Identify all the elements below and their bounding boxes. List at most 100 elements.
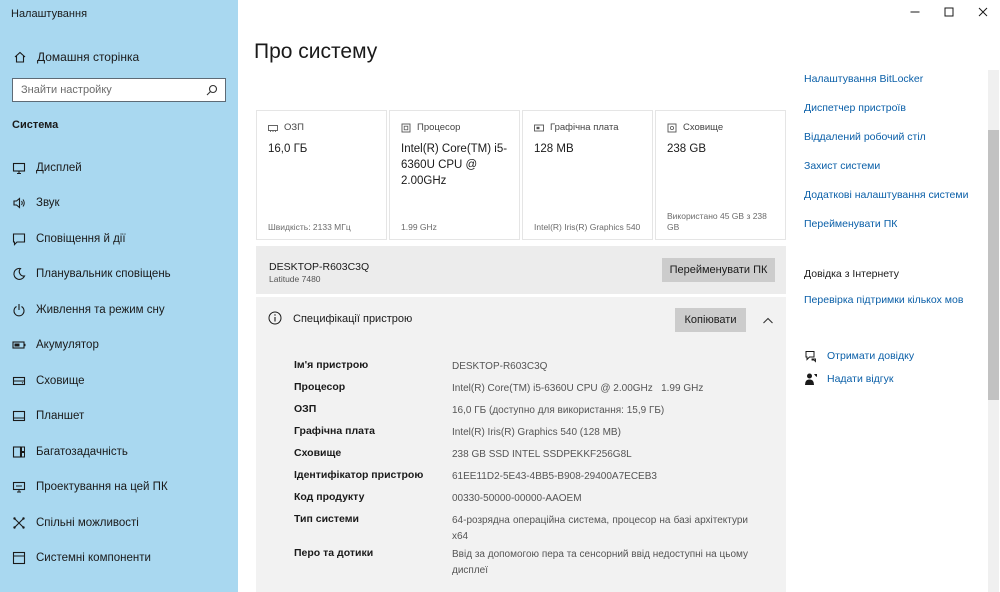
- card-subtext: Intel(R) Iris(R) Graphics 540: [534, 222, 641, 232]
- home-link[interactable]: Домашня сторінка: [12, 46, 139, 68]
- search-icon[interactable]: [205, 83, 219, 97]
- sidebar-item-label: Системні компоненти: [36, 552, 151, 565]
- device-specs-title: Специфікації пристрою: [293, 313, 413, 325]
- spec-key: ОЗП: [294, 403, 317, 415]
- card-label: Сховище: [683, 122, 724, 133]
- monitor-icon: [11, 160, 27, 176]
- get-help-label: Отримати довідку: [827, 349, 915, 362]
- spec-key: Тип системи: [294, 513, 359, 525]
- search-box[interactable]: [12, 78, 226, 102]
- spec-value: 238 GB SSD INTEL SSDPEKKF256G8L: [452, 449, 632, 460]
- maximize-icon: [944, 7, 954, 17]
- spec-key: Сховище: [294, 447, 342, 459]
- search-input[interactable]: [13, 79, 203, 101]
- sidebar-item-storage[interactable]: Сховище: [0, 363, 238, 399]
- sidebar-item-label: Дисплей: [36, 161, 82, 174]
- scrollbar-thumb[interactable]: [988, 130, 999, 400]
- rename-pc-button[interactable]: Перейменувати ПК: [662, 258, 775, 282]
- card-label: Процесор: [417, 122, 461, 133]
- sidebar-item-notifications[interactable]: Сповіщення й дії: [0, 221, 238, 257]
- copy-button[interactable]: Копіювати: [675, 308, 746, 332]
- summary-cards: ОЗП 16,0 ГБ Швидкість: 2133 МГц Процесор…: [256, 110, 788, 240]
- project-icon: [11, 479, 27, 495]
- sidebar-item-label: Планшет: [36, 410, 85, 423]
- spec-key: Код продукту: [294, 491, 365, 503]
- sidebar-item-label: Планувальник сповіщень: [36, 268, 171, 281]
- sidebar-item-system-components[interactable]: Системні компоненти: [0, 541, 238, 577]
- card-value: 238 GB: [667, 143, 706, 155]
- help-chat-icon: [804, 349, 818, 363]
- minimize-button[interactable]: [898, 0, 932, 24]
- sidebar-item-label: Проектування на цей ПК: [36, 481, 168, 494]
- close-icon: [978, 7, 988, 17]
- card-subtext: Швидкість: 2133 МГц: [268, 222, 351, 232]
- feedback-person-icon: [804, 372, 818, 386]
- speaker-icon: [11, 195, 27, 211]
- sidebar-item-battery[interactable]: Акумулятор: [0, 328, 238, 364]
- card-label: Графічна плата: [550, 122, 619, 133]
- related-settings: Налаштування BitLocker Диспетчер пристро…: [804, 73, 984, 247]
- close-button[interactable]: [966, 0, 1000, 24]
- spec-value: 16,0 ГБ (доступно для використання: 15,9…: [452, 405, 665, 416]
- sidebar-item-sound[interactable]: Звук: [0, 186, 238, 222]
- card-value: 128 MB: [534, 143, 574, 155]
- card-ram: ОЗП 16,0 ГБ Швидкість: 2133 МГц: [256, 110, 387, 240]
- spec-value: 64-розрядна операційна система, процесор…: [452, 515, 748, 542]
- spec-key: Перо та дотики: [294, 547, 374, 559]
- spec-value: Intel(R) Iris(R) Graphics 540 (128 MB): [452, 427, 621, 438]
- sidebar-item-label: Живлення та режим сну: [36, 303, 165, 316]
- link-bitlocker[interactable]: Налаштування BitLocker: [804, 73, 984, 102]
- cpu-icon: [401, 123, 411, 133]
- spec-value: DESKTOP-R603C3Q: [452, 361, 548, 372]
- link-system-protection[interactable]: Захист системи: [804, 160, 984, 189]
- link-advanced-system-settings[interactable]: Додаткові налаштування системи: [804, 189, 984, 218]
- battery-icon: [11, 337, 27, 353]
- ram-icon: [268, 123, 278, 133]
- sidebar-item-label: Сповіщення й дії: [36, 232, 126, 245]
- sidebar-item-focus-assist[interactable]: Планувальник сповіщень: [0, 257, 238, 293]
- link-device-manager[interactable]: Диспетчер пристроїв: [804, 102, 984, 131]
- get-help-link[interactable]: Отримати довідку: [804, 344, 914, 367]
- device-specs-header[interactable]: Специфікації пристрою Копіювати: [256, 297, 786, 339]
- help-feedback: Отримати довідку Надати відгук: [804, 344, 914, 390]
- card-label: ОЗП: [284, 122, 304, 133]
- spec-key: Ідентифікатор пристрою: [294, 469, 424, 481]
- sidebar-item-power[interactable]: Живлення та режим сну: [0, 292, 238, 328]
- spec-key: Графічна плата: [294, 425, 375, 437]
- section-label-system: Система: [12, 119, 59, 131]
- link-remote-desktop[interactable]: Віддалений робочий стіл: [804, 131, 984, 160]
- sidebar-item-label: Звук: [36, 197, 60, 210]
- sidebar-item-label: Сховище: [36, 374, 85, 387]
- sidebar-item-display[interactable]: Дисплей: [0, 150, 238, 186]
- power-icon: [11, 302, 27, 318]
- spec-key: Процесор: [294, 381, 346, 393]
- multitask-icon: [11, 444, 27, 460]
- chevron-up-icon[interactable]: [762, 313, 774, 324]
- moon-icon: [11, 266, 27, 282]
- card-graphics: Графічна плата 128 MB Intel(R) Iris(R) G…: [522, 110, 653, 240]
- spec-value: 61EE11D2-5E43-4BB5-B908-29400A7ECEB3: [452, 471, 657, 482]
- link-rename-pc[interactable]: Перейменувати ПК: [804, 218, 984, 247]
- device-name: DESKTOP-R603C3Q: [269, 261, 370, 273]
- card-subtext: Використано 45 GB з 238 GB: [667, 211, 767, 232]
- storage-icon: [11, 373, 27, 389]
- maximize-button[interactable]: [932, 0, 966, 24]
- notification-icon: [11, 231, 27, 247]
- sidebar-nav: Дисплей Звук Сповіщення й дії Планувальн…: [0, 150, 238, 576]
- card-subtext: 1.99 GHz: [401, 222, 437, 232]
- sidebar-item-label: Багатозадачність: [36, 445, 128, 458]
- sidebar-item-multitasking[interactable]: Багатозадачність: [0, 434, 238, 470]
- link-language-support[interactable]: Перевірка підтримки кількох мов: [804, 294, 963, 306]
- spec-value: Intel(R) Core(TM) i5-6360U CPU @ 2.00GHz…: [452, 383, 704, 394]
- disk-icon: [667, 123, 677, 133]
- device-specs-body: Ім'я пристрою DESKTOP-R603C3Q Процесор I…: [256, 339, 786, 592]
- card-processor: Процесор Intel(R) Core(TM) i5-6360U CPU …: [389, 110, 520, 240]
- card-value: Intel(R) Core(TM) i5-6360U CPU @ 2.00GHz: [401, 143, 508, 187]
- minimize-icon: [910, 11, 920, 13]
- sidebar-item-projecting[interactable]: Проектування на цей ПК: [0, 470, 238, 506]
- sidebar-item-shared-experiences[interactable]: Спільні можливості: [0, 505, 238, 541]
- page-title: Про систему: [254, 40, 378, 63]
- card-value: 16,0 ГБ: [268, 143, 308, 155]
- feedback-link[interactable]: Надати відгук: [804, 367, 914, 390]
- sidebar-item-tablet[interactable]: Планшет: [0, 399, 238, 435]
